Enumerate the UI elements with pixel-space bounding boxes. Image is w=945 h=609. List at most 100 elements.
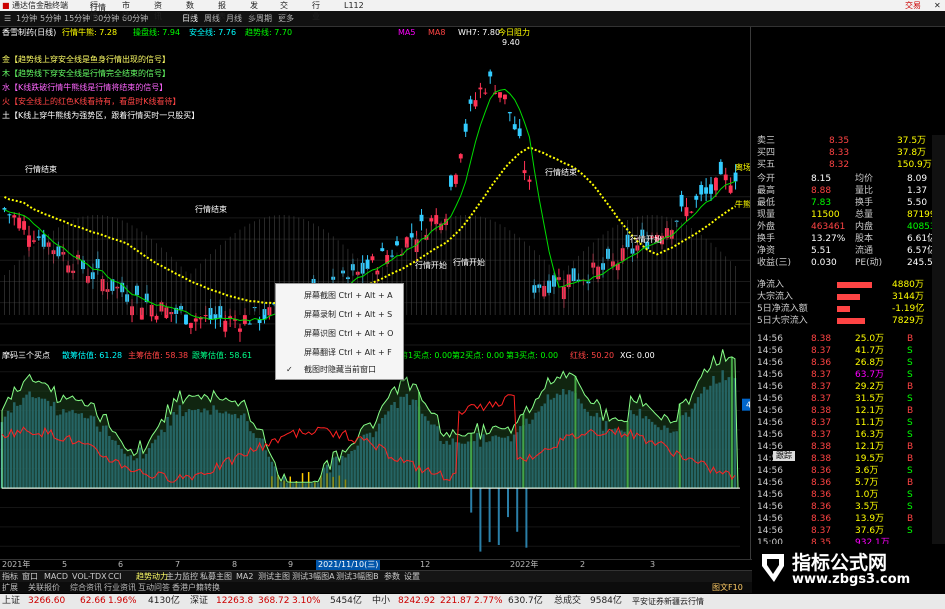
bottom-tab[interactable]: 香港户籍转换 <box>172 582 220 593</box>
flow-row: 大宗流入 3144万 <box>757 291 942 303</box>
tick-price: 8.37 <box>811 382 832 392</box>
tick-price: 8.36 <box>811 478 832 488</box>
sh-value: 3266.60 <box>28 596 66 606</box>
quote-row: 换手 13.27% 股本 6.61亿 <box>757 233 942 245</box>
tick-row[interactable]: 14:56 8.37 16.3万 S <box>757 429 942 441</box>
trade-link[interactable]: 交易 <box>905 0 921 11</box>
tick-row[interactable]: 14:56 8.38 25.0万 B <box>757 333 942 345</box>
flow-label: 净流入 <box>757 280 785 290</box>
date-tick: 9 <box>288 560 294 569</box>
tick-side: B <box>907 382 914 392</box>
menu-item-record[interactable]: 屏幕录制 Ctrl + Alt + S <box>276 305 403 324</box>
bottom-tab[interactable]: 综合资讯 <box>70 582 102 593</box>
quote-value: 463461 <box>811 222 846 232</box>
tick-time: 14:56 <box>757 466 783 476</box>
date-tick: 7 <box>175 560 181 569</box>
tick-time: 14:56 <box>757 418 783 428</box>
sh-percent: 1.96% <box>108 596 137 606</box>
watermark-logo-icon <box>762 554 784 582</box>
tick-row[interactable]: 14:56 8.37 29.2万 B <box>757 381 942 393</box>
indicator-chart[interactable]: 60.0050.0040.0030.0020.0010.000.00-10.00… <box>0 0 750 560</box>
context-menu: 屏幕截图 Ctrl + Alt + A 屏幕录制 Ctrl + Alt + S … <box>275 283 404 380</box>
tick-price: 8.37 <box>811 526 832 536</box>
close-icon[interactable]: ✕ <box>934 0 941 11</box>
tick-time: 14:56 <box>757 478 783 488</box>
quote-label: 最低 <box>757 198 776 208</box>
status-bar: 上证 3266.60 62.66 1.96% 4130亿 深证 12263.8 … <box>0 594 945 609</box>
tick-popup[interactable]: 跟踪 <box>773 451 795 461</box>
zx-label[interactable]: 中小 <box>372 594 390 609</box>
tick-row[interactable]: 14:56 8.36 3.6万 S <box>757 465 942 477</box>
order-book-volume: 150.9万 <box>897 160 932 170</box>
tick-row[interactable]: 14:56 8.37 31.5万 S <box>757 393 942 405</box>
quote-scrollbar[interactable] <box>932 135 945 555</box>
order-book-row[interactable]: 买四 8.33 37.8万 <box>757 147 942 159</box>
tick-row[interactable]: 14:56 8.38 12.1万 B <box>757 405 942 417</box>
quote-label: 均价 <box>855 174 874 184</box>
tick-time: 14:56 <box>757 382 783 392</box>
broker-name: 平安证券新疆云行情 <box>632 597 704 606</box>
menu-item-ocr[interactable]: 屏幕识图 Ctrl + Alt + O <box>276 324 403 343</box>
flow-label: 5日净流入额 <box>757 304 808 314</box>
zx-percent: 2.77% <box>474 596 503 606</box>
bottom-tab[interactable]: 行业资讯 <box>104 582 136 593</box>
tick-volume: 5.7万 <box>855 478 879 488</box>
tick-price: 8.37 <box>811 430 832 440</box>
quote-row: 最低 7.83 换手 5.50 <box>757 197 942 209</box>
tick-volume: 1.0万 <box>855 490 879 500</box>
sz-value: 12263.8 <box>216 596 254 606</box>
tick-row[interactable]: 14:56 8.37 41.7万 S <box>757 345 942 357</box>
sz-label[interactable]: 深证 <box>190 594 208 609</box>
order-book-label: 买四 <box>757 148 776 158</box>
tick-time: 14:56 <box>757 490 783 500</box>
flow-row: 5日大宗流入 7829万 <box>757 315 942 327</box>
bottom-tab[interactable]: 互动问答 <box>138 582 170 593</box>
sh-label[interactable]: 上证 <box>2 594 20 609</box>
tick-row[interactable]: 14:56 8.36 13.9万 B <box>757 513 942 525</box>
tick-row[interactable]: 14:56 8.36 3.5万 S <box>757 501 942 513</box>
tick-side: S <box>907 490 913 500</box>
tick-volume: 29.2万 <box>855 382 885 392</box>
order-book-row[interactable]: 卖三 8.35 37.5万 <box>757 135 942 147</box>
order-book-row[interactable]: 买五 8.32 150.9万 <box>757 159 942 171</box>
bottom-tab[interactable]: 扩展 <box>2 582 18 593</box>
tick-volume: 31.5万 <box>855 394 885 404</box>
tick-row[interactable]: 14:56 8.36 26.8万 S <box>757 357 942 369</box>
tick-row[interactable]: 14:56 8.37 11.1万 S <box>757 417 942 429</box>
order-book-price: 8.35 <box>829 136 850 146</box>
tick-price: 8.36 <box>811 490 832 500</box>
quote-label: 总量 <box>855 210 874 220</box>
tick-side: S <box>907 526 913 536</box>
tick-volume: 19.5万 <box>855 454 885 464</box>
tick-time: 14:56 <box>757 334 783 344</box>
quote-value: 5.50 <box>907 198 928 208</box>
quote-label: 换手 <box>855 198 874 208</box>
tick-price: 8.38 <box>811 442 832 452</box>
date-tick: 12 <box>420 560 431 569</box>
tick-price: 8.37 <box>811 394 832 404</box>
tick-side: S <box>907 394 913 404</box>
zx-value: 8242.92 <box>398 596 436 606</box>
menu-item-hide-window[interactable]: ✓ 截图时隐藏当前窗口 <box>276 360 403 379</box>
tick-row[interactable]: 14:56 8.37 63.7万 S <box>757 369 942 381</box>
menu-item-label: 截图时隐藏当前窗口 <box>304 365 376 374</box>
menu-item-screenshot[interactable]: 屏幕截图 Ctrl + Alt + A <box>276 286 403 305</box>
f10-link[interactable]: 图文F10 <box>712 582 743 593</box>
tick-row[interactable]: 14:56 8.37 37.6万 S <box>757 525 942 537</box>
quote-label: PE(动) <box>855 258 883 268</box>
tick-side: B <box>907 514 914 524</box>
tick-time: 14:56 <box>757 406 783 416</box>
tick-row[interactable]: 14:56 8.36 1.0万 S <box>757 489 942 501</box>
quote-label: 流通 <box>855 246 874 256</box>
tick-side: B <box>907 334 914 344</box>
tick-row[interactable]: 14:56 8.36 5.7万 B <box>757 477 942 489</box>
check-icon: ✓ <box>286 365 293 374</box>
tick-side: S <box>907 370 913 380</box>
tick-side: B <box>907 442 914 452</box>
tick-volume: 13.9万 <box>855 514 885 524</box>
sh-amount: 4130亿 <box>148 596 180 606</box>
tick-time: 14:56 <box>757 370 783 380</box>
tick-volume: 11.1万 <box>855 418 885 428</box>
flow-bar <box>837 282 872 288</box>
bottom-tab[interactable]: 关联报价 <box>28 582 60 593</box>
